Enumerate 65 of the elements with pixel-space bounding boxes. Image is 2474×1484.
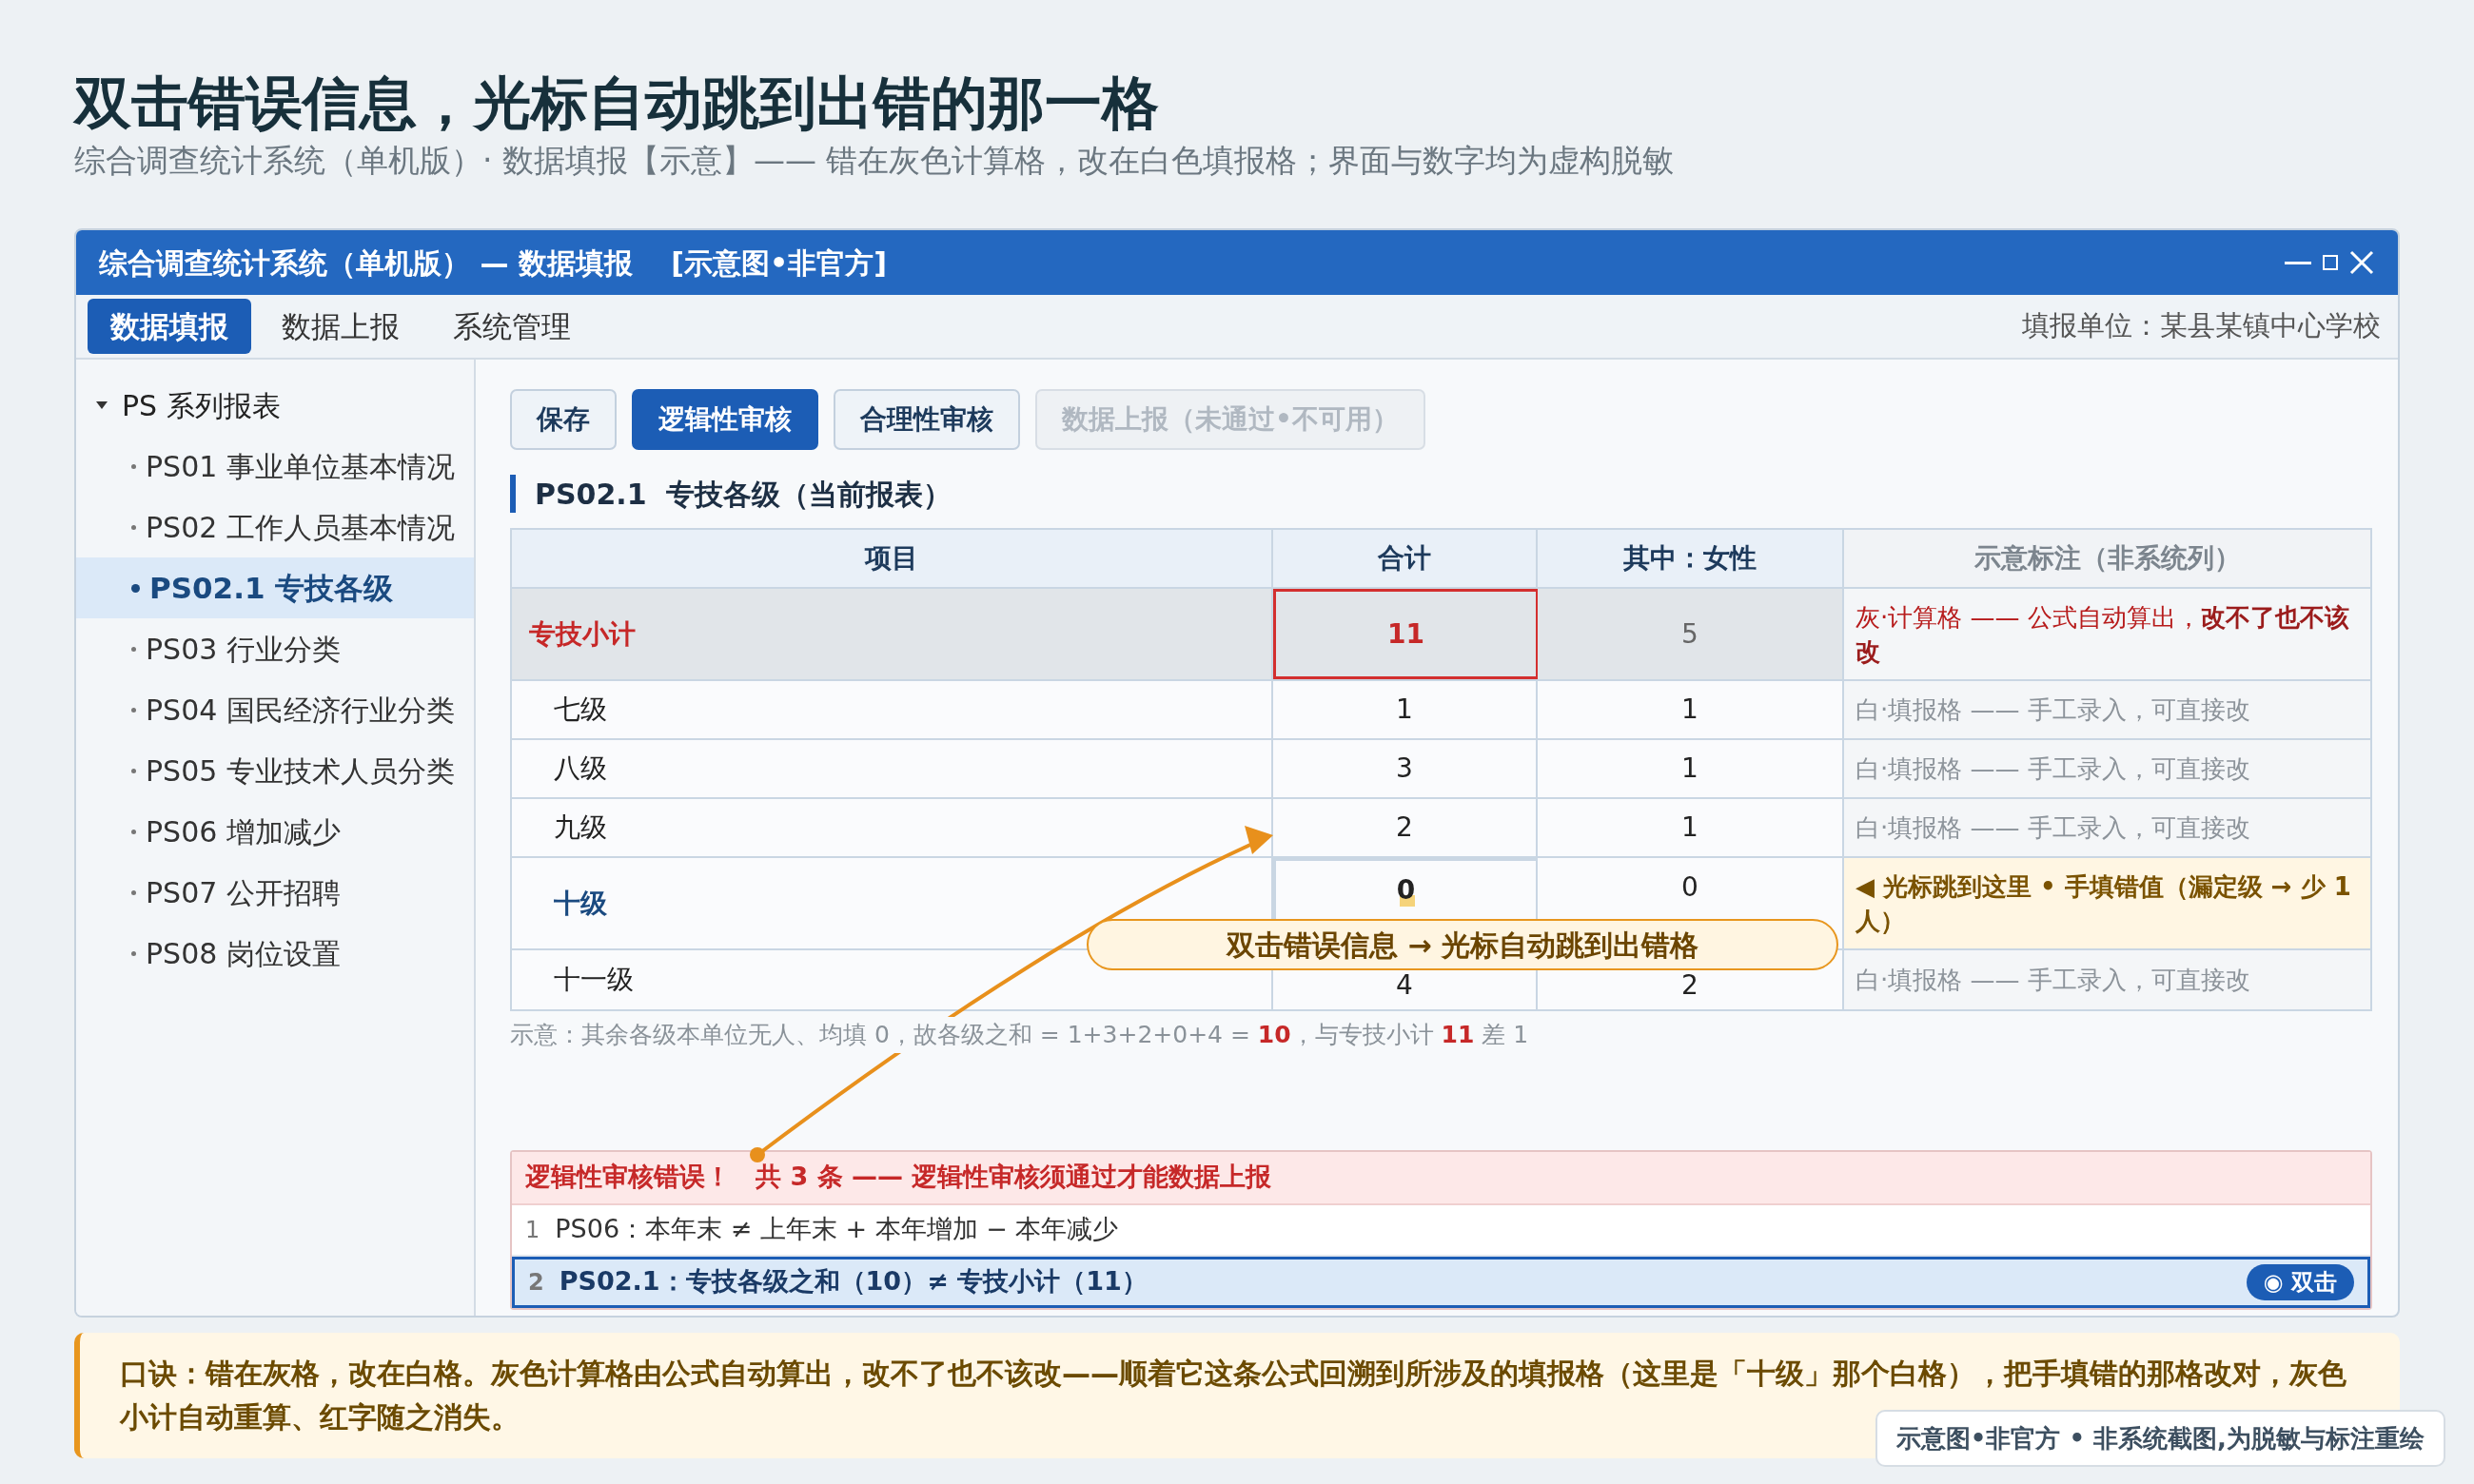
toolbar-button[interactable]: 合理性审核 [834, 389, 1020, 450]
tree-item[interactable]: PS02.1 专技各级 [76, 557, 474, 618]
note-cell-text: 白·填报格 —— 手工录入，可直接改 [1856, 812, 2250, 844]
column-header: 示意标注（非系统列） [1844, 530, 2370, 587]
table-cell[interactable]: 11 [1273, 589, 1538, 679]
report-code: PS02.1 [535, 476, 647, 513]
tree-item[interactable]: PS02 工作人员基本情况 [76, 497, 474, 557]
bullet-icon [131, 583, 140, 593]
tree-item[interactable]: PS08 岗位设置 [76, 923, 474, 984]
table-footnote: 示意：其余各级本单位无人、均填 0，故各级之和 = 1+3+2+0+4 = 10，与专技小计 11 差 1 [510, 1017, 1529, 1053]
tree-item[interactable]: PS04 国民经济行业分类 [76, 679, 474, 740]
bullet-icon [131, 463, 136, 469]
bullet-icon [131, 768, 136, 773]
error-index: 2 [528, 1267, 544, 1298]
error-title: 逻辑性审核错误！ [525, 1161, 731, 1194]
tree-group-label: PS 系列报表 [122, 387, 281, 424]
report-name: 专技各级（当前报表） [665, 476, 952, 513]
note-cell-text: ◀ 光标跳到这里 • 手填错值（漏定级 → 少 1 人） [1856, 870, 2352, 937]
reporting-unit: 填报单位：某县某镇中心学校 [2022, 308, 2382, 344]
error-item[interactable]: 2 PS02.1：专技各级之和（10）≠ 专技小计（11） ◉ 双击 [512, 1256, 2370, 1308]
error-text: PS06：本年末 ≠ 上年末 + 本年增加 − 本年减少 [555, 1213, 1119, 1246]
menu-tab[interactable]: 数据填报 [88, 299, 251, 354]
tree-item[interactable]: PS05 专业技术人员分类 [76, 740, 474, 801]
error-index: 1 [525, 1215, 540, 1245]
note-cell-text: 白·填报格 —— 手工录入，可直接改 [1856, 753, 2250, 785]
toolbar-button[interactable]: 逻辑性审核 [632, 389, 818, 450]
tree-group[interactable]: PS 系列报表 [76, 375, 474, 436]
tree-item-label: PS02 工作人员基本情况 [146, 509, 455, 546]
error-summary: 共 3 条 —— 逻辑性审核须通过才能数据上报 [756, 1161, 1272, 1194]
bullet-icon [131, 524, 136, 530]
double-click-button[interactable]: ◉ 双击 [2246, 1263, 2354, 1300]
error-text: PS02.1：专技各级之和（10）≠ 专技小计（11） [559, 1265, 1148, 1298]
tree-item[interactable]: PS01 事业单位基本情况 [76, 436, 474, 497]
table-cell[interactable]: 5 [1538, 589, 1844, 679]
maximize-icon[interactable] [2322, 254, 2339, 271]
tree-item-label: PS06 增加减少 [146, 813, 341, 850]
bullet-icon [131, 889, 136, 895]
tree-item[interactable]: PS06 增加减少 [76, 801, 474, 862]
column-header: 合计 [1273, 530, 1538, 587]
tree-item[interactable]: PS03 行业分类 [76, 618, 474, 679]
note-cell-text: 白·填报格 —— 手工录入，可直接改 [1856, 965, 2250, 996]
page-subtitle: 综合调查统计系统（单机版）· 数据填报【示意】—— 错在灰色计算格，改在白色填报格；界面与数字均为虚构脱敏 [74, 141, 1676, 181]
bullet-icon [131, 707, 136, 713]
bullet-icon [131, 646, 136, 652]
close-icon[interactable] [2348, 249, 2375, 276]
bullet-icon [131, 829, 136, 834]
note-cell-text: 白·填报格 —— 手工录入，可直接改 [1856, 694, 2250, 726]
bullet-icon [131, 950, 136, 956]
tree-item-label: PS03 行业分类 [146, 631, 341, 668]
tree-item-label: PS01 事业单位基本情况 [146, 448, 455, 485]
tree-item-label: PS08 岗位设置 [146, 935, 341, 972]
accent-bar [510, 475, 516, 513]
window-title: 综合调查统计系统（单机版） — 数据填报 [示意图•非官方] [99, 244, 887, 282]
column-header: 项目 [512, 530, 1273, 587]
note-cell-text: 灰·计算格 —— 公式自动算出，改不了也不该改 [1856, 601, 2350, 668]
tree-item-label: PS05 专业技术人员分类 [146, 752, 455, 790]
page-title: 双击错误信息，光标自动跳到出错的那一格 [74, 68, 1160, 138]
tree-item-label: PS07 公开招聘 [146, 874, 341, 911]
menu-tab[interactable]: 数据上报 [259, 299, 422, 354]
tree-item[interactable]: PS07 公开招聘 [76, 862, 474, 923]
tree-item-label: PS02.1 专技各级 [149, 569, 394, 607]
toolbar-button[interactable]: 保存 [510, 389, 617, 450]
menu-tab[interactable]: 系统管理 [430, 299, 594, 354]
tree-item-label: PS04 国民经济行业分类 [146, 692, 455, 729]
table-cell: 专技小计 [512, 589, 1273, 679]
